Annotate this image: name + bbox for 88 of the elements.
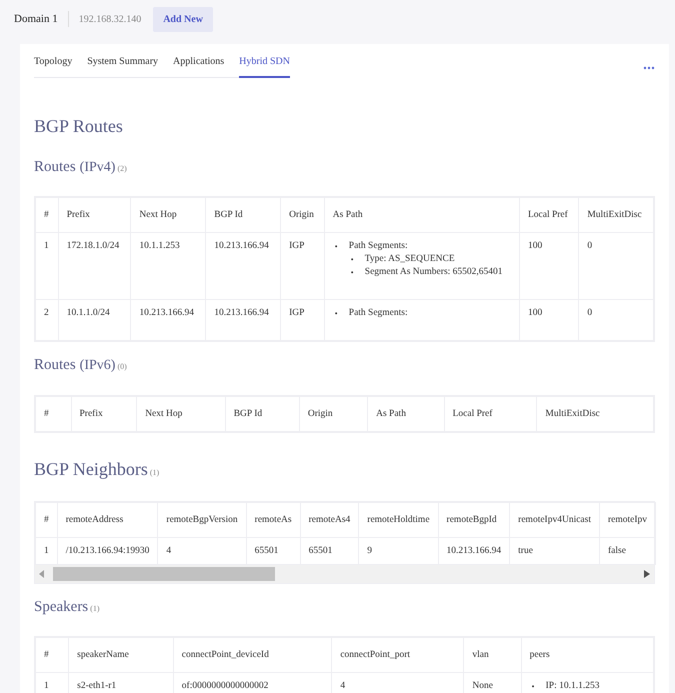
table-cell: 1 bbox=[36, 537, 58, 564]
tab[interactable]: Applications bbox=[173, 53, 224, 77]
column-header: connectPoint_deviceId bbox=[173, 637, 332, 672]
section-qualifier: (IPv4) bbox=[80, 160, 116, 176]
domain-name: Domain 1 bbox=[14, 13, 58, 25]
column-header: Prefix bbox=[58, 198, 131, 233]
ip-address: 192.168.32.140 bbox=[78, 14, 142, 24]
column-header: remoteHoldtime bbox=[358, 502, 438, 538]
horizontal-scrollbar[interactable] bbox=[35, 564, 654, 583]
table-cell: 0 bbox=[578, 300, 654, 341]
column-header: # bbox=[36, 198, 58, 233]
column-header: MultiExitDisc bbox=[536, 396, 654, 432]
column-header: # bbox=[36, 396, 72, 432]
add-new-button[interactable]: Add New bbox=[153, 6, 213, 32]
column-header: remoteBgpVersion bbox=[158, 502, 246, 538]
column-header: MultiExitDisc bbox=[578, 198, 654, 233]
table-cell: IGP bbox=[280, 300, 324, 341]
section-heading: Routes bbox=[34, 158, 76, 176]
column-header: As Path bbox=[368, 396, 444, 432]
column-header: # bbox=[36, 637, 69, 672]
section-heading: Routes bbox=[34, 356, 76, 374]
column-header: BGP Id bbox=[206, 198, 281, 233]
table-cell: 65501 bbox=[300, 537, 359, 564]
table-cell: true bbox=[510, 537, 600, 564]
table-cell: 100 bbox=[519, 232, 579, 300]
table-cell: false bbox=[599, 537, 656, 564]
table-cell: 100 bbox=[519, 300, 579, 341]
scroll-right-icon[interactable] bbox=[644, 570, 650, 578]
item-count: (1) bbox=[150, 468, 160, 478]
list-item: Type: AS_SEQUENCE bbox=[364, 253, 455, 266]
column-header: Origin bbox=[299, 396, 368, 432]
column-header: remoteBgpId bbox=[438, 502, 510, 538]
column-header: peers bbox=[521, 637, 654, 672]
table-cell: 0 bbox=[578, 232, 654, 300]
table-cell: IGP bbox=[280, 232, 324, 300]
column-header: Origin bbox=[280, 198, 324, 233]
table-cell: 1 bbox=[36, 232, 58, 300]
column-header: Prefix bbox=[71, 396, 137, 432]
table-cell: 65501 bbox=[246, 537, 300, 564]
item-count: (1) bbox=[90, 604, 100, 614]
table-cell: 9 bbox=[358, 537, 438, 564]
column-header: connectPoint_port bbox=[332, 637, 464, 672]
tab[interactable]: Hybrid SDN bbox=[239, 53, 290, 78]
column-header: Local Pref bbox=[444, 396, 537, 432]
table-cell: 2 bbox=[36, 300, 58, 341]
table-cell: 10.213.166.94 bbox=[206, 232, 281, 300]
section-qualifier: (IPv6) bbox=[80, 358, 116, 376]
table-cell: 10.1.1.253 bbox=[130, 232, 206, 300]
bullet-icon: • bbox=[334, 240, 349, 254]
column-header: remoteAddress bbox=[57, 502, 158, 538]
table-cell: 10.213.166.94 bbox=[206, 300, 281, 341]
table-cell: 1 bbox=[36, 672, 69, 693]
column-header: vlan bbox=[464, 637, 522, 672]
table-cell: 4 bbox=[158, 537, 246, 564]
column-header: BGP Id bbox=[225, 396, 300, 432]
tab[interactable]: Topology bbox=[34, 53, 72, 77]
column-header: remoteAs4 bbox=[300, 502, 359, 538]
bullet-icon: • bbox=[350, 253, 365, 266]
table-cell: 10.213.166.94 bbox=[438, 537, 510, 564]
column-header: Next Hop bbox=[130, 198, 206, 233]
list-item: Segment As Numbers: 65502,65401 bbox=[364, 266, 503, 280]
column-header: remoteIpv4Unicast bbox=[510, 502, 600, 538]
section-heading: Speakers bbox=[34, 598, 88, 616]
tab[interactable]: System Summary bbox=[87, 53, 158, 77]
column-header: Local Pref bbox=[519, 198, 579, 233]
table-cell: 10.1.1.0/24 bbox=[58, 300, 131, 341]
column-header: As Path bbox=[324, 198, 520, 233]
column-header: remoteIpv bbox=[599, 502, 656, 538]
scroll-left-icon[interactable] bbox=[39, 570, 45, 578]
list-item: IP: 10.1.1.253 bbox=[546, 680, 600, 693]
table-cell: 10.213.166.94 bbox=[130, 300, 206, 341]
column-header: remoteAs bbox=[246, 502, 300, 538]
column-header: speakerName bbox=[68, 637, 174, 672]
table-cell: /10.213.166.94:19930 bbox=[57, 537, 158, 564]
list-item: Path Segments: bbox=[348, 240, 408, 254]
bullet-icon: • bbox=[350, 266, 365, 280]
section-heading: BGP Neighbors bbox=[34, 459, 148, 481]
scrollbar-thumb[interactable] bbox=[53, 566, 275, 581]
bullet-icon: • bbox=[532, 680, 546, 693]
more-icon[interactable] bbox=[643, 66, 655, 70]
bullet-icon: • bbox=[334, 307, 349, 320]
list-item: Path Segments: bbox=[348, 307, 408, 320]
section-heading: BGP Routes bbox=[34, 116, 123, 138]
table-cell: 172.18.1.0/24 bbox=[58, 232, 131, 300]
item-count: (2) bbox=[117, 164, 127, 174]
column-header: # bbox=[36, 502, 58, 538]
column-header: Next Hop bbox=[136, 396, 226, 432]
item-count: (0) bbox=[117, 362, 127, 372]
